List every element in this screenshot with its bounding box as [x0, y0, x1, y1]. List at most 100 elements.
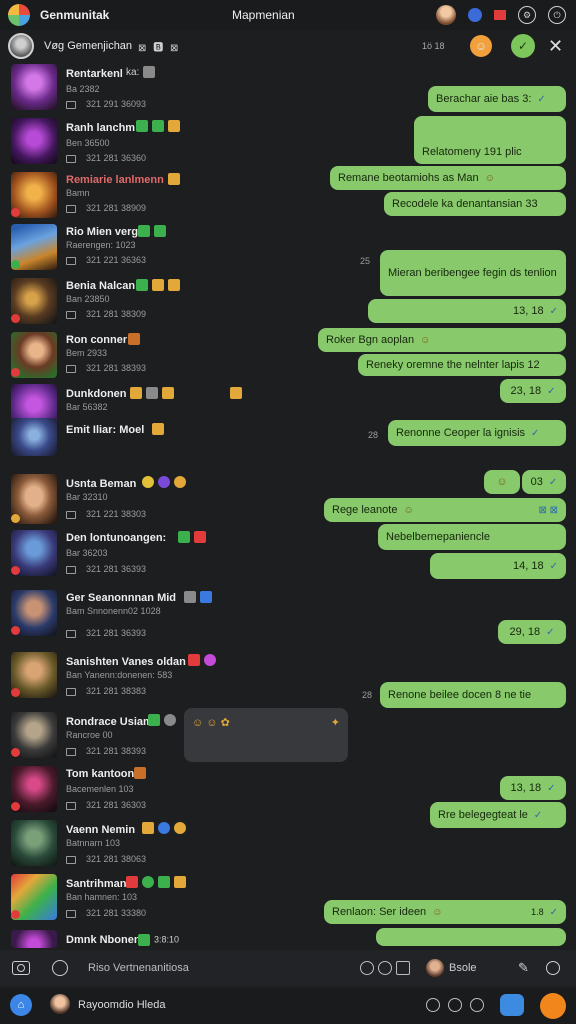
power-icon[interactable]: ⏻	[548, 6, 566, 24]
contact-badges	[168, 173, 184, 185]
chat-avatar[interactable]	[8, 33, 34, 59]
flag-icon[interactable]	[494, 10, 506, 20]
message-bubble[interactable]: Rege leanote ☺ ⊠ ⊠	[324, 498, 566, 522]
message-bubble[interactable]: Renonne Ceoper la ignisis ✓	[388, 420, 566, 446]
camera-icon[interactable]	[12, 961, 30, 975]
message-bubble[interactable]: Remane beotamiohs as Man ☺	[330, 166, 566, 190]
contact-subtitle: Ba 2382	[66, 84, 100, 94]
contact-badges	[148, 714, 180, 726]
contact-name: Benia Nalcan	[66, 280, 136, 292]
message-bubble[interactable]	[376, 928, 566, 946]
contact-subtitle: Ban Yanenn:donenen: 583	[66, 670, 173, 680]
contact-subtitle: Raerengen: 1023	[66, 240, 136, 250]
contact-subtitle: Bem 2933	[66, 348, 108, 358]
contact-badges	[134, 767, 150, 779]
share-button[interactable]	[500, 994, 524, 1016]
message-bubble[interactable]: Rre belegegteat le ✓	[430, 802, 566, 828]
notifications-button[interactable]	[540, 993, 566, 1019]
contact-stats: 321 281 38393	[66, 746, 146, 756]
contact-badge-extra	[230, 387, 246, 399]
avatar	[11, 418, 57, 456]
message-bubble[interactable]: Relatomeny 191 plic	[414, 116, 566, 164]
contact-name: Ron conner	[66, 334, 128, 346]
contact-stats: 321 281 38063	[66, 854, 146, 864]
status-dot	[11, 626, 20, 635]
app-logo-icon[interactable]	[8, 4, 30, 26]
contact-subtitle: Bar 56382	[66, 402, 108, 412]
message-bubble[interactable]: 14, 18 ✓	[430, 553, 566, 579]
message-time: 25	[360, 256, 371, 266]
contact-badges	[126, 876, 190, 888]
contact-badges: ka:	[126, 66, 159, 78]
message-input[interactable]	[88, 950, 348, 986]
sender-avatar[interactable]	[426, 959, 444, 977]
reaction-card[interactable]: ☺ ☺ ✿ ✦	[184, 708, 348, 762]
message-bubble[interactable]: ☺	[484, 470, 520, 494]
avatar	[11, 64, 57, 110]
bottom-bar: ⌂ Rayoomdio Hleda	[0, 988, 576, 1024]
settings-icon[interactable]: ⚙	[518, 6, 536, 24]
message-bubble[interactable]: Berachar aie bas 3: ✓	[428, 86, 566, 112]
contact-name: Rondrace Usiam	[66, 716, 153, 728]
message-bubble[interactable]: Renlaon: Ser ideen ☺ 1.8 ✓	[324, 900, 566, 924]
contact-subtitle: Ban 23850	[66, 294, 110, 304]
message-bubble[interactable]: Roker Bgn aoplan ☺	[318, 328, 566, 352]
app-title: Genmunitak	[40, 8, 110, 22]
message-bubble[interactable]: Recodele ka denantansian 33	[384, 192, 566, 216]
contact-subtitle: Ben 36500	[66, 138, 110, 148]
contact-subtitle: Rancroe 00	[66, 730, 113, 740]
contact-badges	[136, 279, 184, 291]
sender-label: Bsole	[449, 962, 477, 974]
status-dot	[11, 208, 20, 217]
contact-badges	[152, 423, 168, 435]
avatar	[11, 930, 57, 948]
contact-stats: 321 281 38393	[66, 363, 146, 373]
check-icon[interactable]: ✓	[511, 34, 535, 58]
message-bubble[interactable]: 03 ✓	[522, 470, 566, 494]
message-bubble[interactable]: 29, 18 ✓	[498, 620, 566, 644]
contact-badges	[178, 531, 210, 543]
contact-badges	[128, 333, 144, 345]
contact-name: Ranh lanchm	[66, 122, 136, 134]
contact-badges: 3:8:10	[138, 934, 179, 946]
status-dot	[11, 566, 20, 575]
chat-name: Vøg Gemenjichan	[44, 40, 133, 52]
link-icon[interactable]	[426, 998, 440, 1012]
message-bubble[interactable]: 23, 18 ✓	[500, 379, 566, 403]
contact-name: Dunkdonen	[66, 388, 127, 400]
message-bubble[interactable]: 13, 18 ✓	[368, 299, 566, 323]
status-dot	[11, 514, 20, 523]
close-icon[interactable]: ✕	[548, 36, 563, 57]
info-icon[interactable]	[470, 998, 484, 1012]
contact-name: Rentarkenl	[66, 68, 123, 80]
contact-stats: 321 281 36360	[66, 153, 146, 163]
sticker-icon[interactable]	[360, 961, 374, 975]
status-dot	[11, 260, 20, 269]
mic-icon[interactable]	[546, 961, 560, 975]
status-badge-icon[interactable]	[468, 8, 482, 22]
message-bubble[interactable]: 13, 18 ✓	[500, 776, 566, 800]
gear-icon[interactable]	[448, 998, 462, 1012]
emoji-icon[interactable]: ☺	[470, 35, 492, 57]
contact-name: Den lontunoangen:	[66, 532, 167, 544]
user-avatar[interactable]	[50, 994, 70, 1014]
home-icon[interactable]: ⌂	[10, 994, 32, 1016]
message-bubble[interactable]: Nebelbernepaniencle	[378, 524, 566, 550]
status-dot	[11, 802, 20, 811]
attach-icon[interactable]	[396, 961, 410, 975]
message-bubble[interactable]: Renone beilee docen 8 ne tie	[380, 682, 566, 708]
contact-badges	[136, 120, 184, 132]
message-bubble[interactable]: Reneky oremne the nelnter lapis 12	[358, 354, 566, 376]
contact-badges	[188, 654, 220, 666]
status-dot	[11, 748, 20, 757]
message-bubble[interactable]: Mieran beribengee fegin ds tenlion	[380, 250, 566, 296]
contact-subtitle: Bam Snnonenn02 1028	[66, 606, 161, 616]
contact-badges	[130, 387, 178, 399]
contact-name: Remiarie lanlmenn	[66, 174, 164, 186]
pen-icon[interactable]: ✎	[518, 960, 529, 976]
profile-avatar[interactable]	[436, 5, 456, 25]
contact-badges	[142, 822, 190, 834]
record-icon[interactable]	[52, 960, 68, 976]
gif-icon[interactable]	[378, 961, 392, 975]
contact-subtitle: Ban hamnen: 103	[66, 892, 138, 902]
